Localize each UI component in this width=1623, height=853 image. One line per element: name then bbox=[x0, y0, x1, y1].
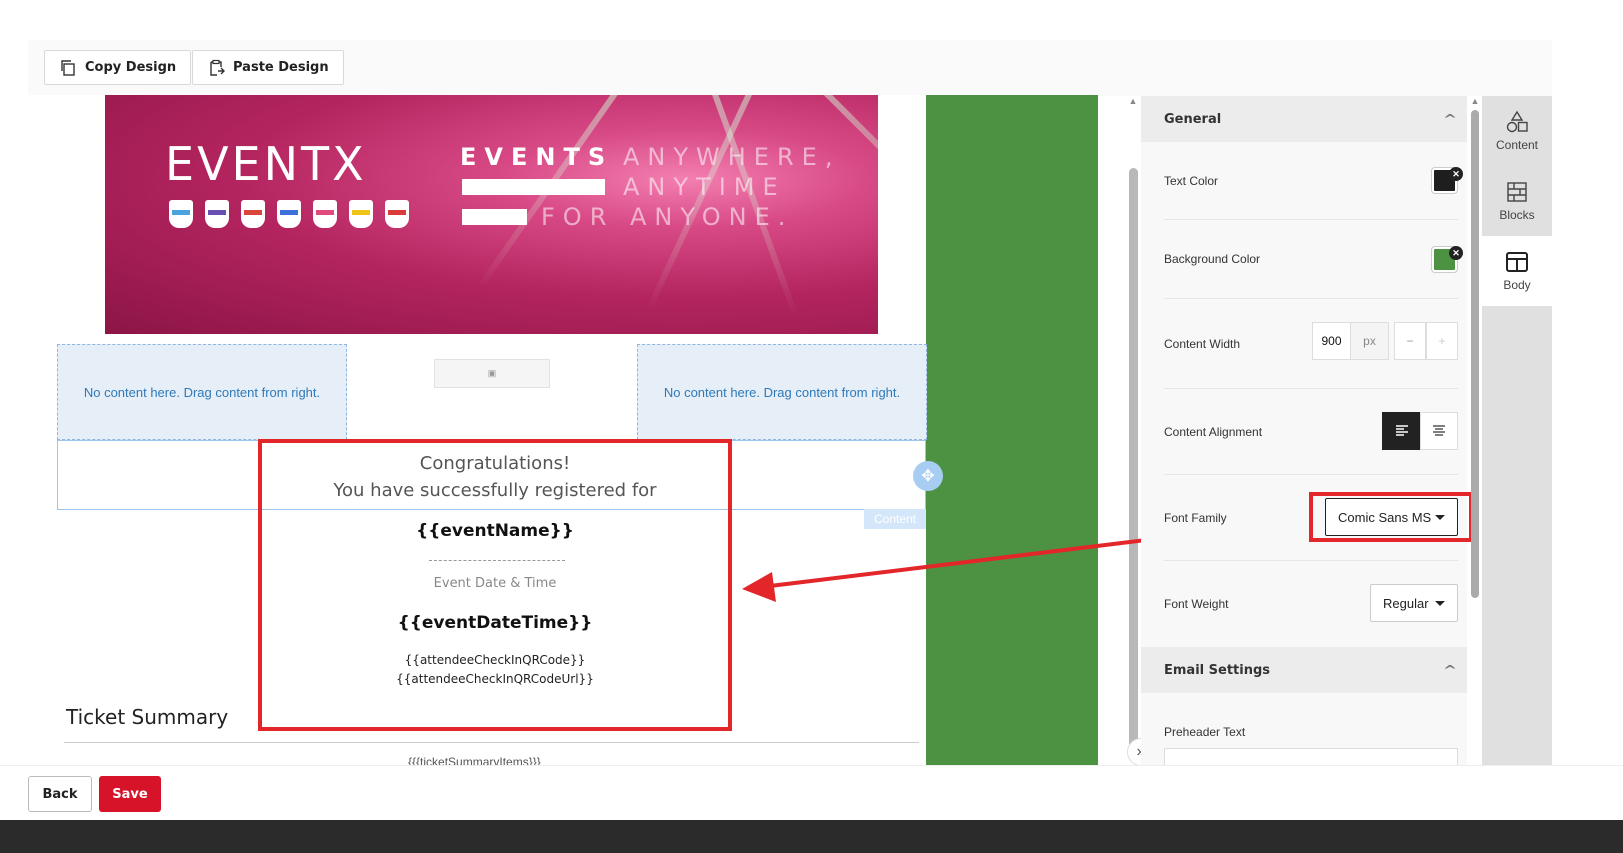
text-color-label: Text Color bbox=[1164, 174, 1219, 188]
chevron-up-icon: ^ bbox=[1442, 112, 1458, 126]
background-color-label: Background Color bbox=[1164, 252, 1261, 266]
editor-side-rail: Content Blocks Body bbox=[1482, 96, 1552, 766]
back-button[interactable]: Back bbox=[28, 776, 92, 812]
dropdown-caret-icon bbox=[1435, 600, 1445, 606]
general-section-title: General bbox=[1164, 111, 1222, 127]
content-width-unit: px bbox=[1350, 322, 1389, 360]
shapes-icon bbox=[1506, 110, 1528, 133]
clear-color-icon[interactable]: ✕ bbox=[1449, 246, 1463, 260]
font-family-highlight-annotation bbox=[1309, 492, 1473, 542]
email-settings-section-header[interactable]: Email Settings ^ bbox=[1141, 647, 1467, 693]
body-layout-icon bbox=[1506, 252, 1528, 272]
align-center-button[interactable] bbox=[1420, 412, 1458, 450]
properties-panel: General ^ Text Color ✕ Background Color … bbox=[1141, 96, 1467, 766]
row-divider bbox=[1164, 474, 1458, 475]
row-divider bbox=[1164, 219, 1458, 220]
content-width-input[interactable]: 900 bbox=[1312, 322, 1351, 360]
row-divider bbox=[1164, 388, 1458, 389]
blocks-icon bbox=[1507, 182, 1527, 202]
font-weight-value: Regular bbox=[1383, 595, 1429, 611]
clear-color-icon[interactable]: ✕ bbox=[1449, 167, 1463, 181]
save-button[interactable]: Save bbox=[99, 776, 161, 812]
preheader-text-input[interactable] bbox=[1164, 748, 1458, 766]
email-settings-title: Email Settings bbox=[1164, 662, 1270, 678]
chevron-up-icon: ^ bbox=[1442, 663, 1458, 677]
rail-tab-blocks[interactable]: Blocks bbox=[1482, 166, 1552, 236]
font-weight-select[interactable]: Regular bbox=[1370, 584, 1458, 622]
rail-tab-body[interactable]: Body bbox=[1482, 236, 1552, 306]
increase-width-button[interactable]: + bbox=[1426, 322, 1458, 360]
panel-scroll-up-icon[interactable]: ▲ bbox=[1470, 96, 1480, 106]
align-left-button[interactable] bbox=[1382, 412, 1421, 450]
general-section-header[interactable]: General ^ bbox=[1141, 96, 1467, 142]
footer-bar: Back Save bbox=[0, 765, 1623, 820]
panel-scrollbar[interactable] bbox=[1471, 110, 1479, 598]
rail-label-body: Body bbox=[1503, 278, 1531, 292]
preheader-text-label: Preheader Text bbox=[1164, 725, 1246, 739]
rail-label-blocks: Blocks bbox=[1499, 208, 1535, 222]
row-divider bbox=[1164, 298, 1458, 299]
align-center-icon bbox=[1433, 425, 1445, 436]
rail-label-content: Content bbox=[1495, 138, 1539, 152]
row-divider bbox=[1164, 560, 1458, 561]
rail-tab-content[interactable]: Content bbox=[1482, 96, 1552, 166]
bottom-strip bbox=[0, 820, 1623, 853]
decrease-width-button[interactable]: − bbox=[1394, 322, 1426, 360]
align-left-icon bbox=[1395, 425, 1408, 436]
